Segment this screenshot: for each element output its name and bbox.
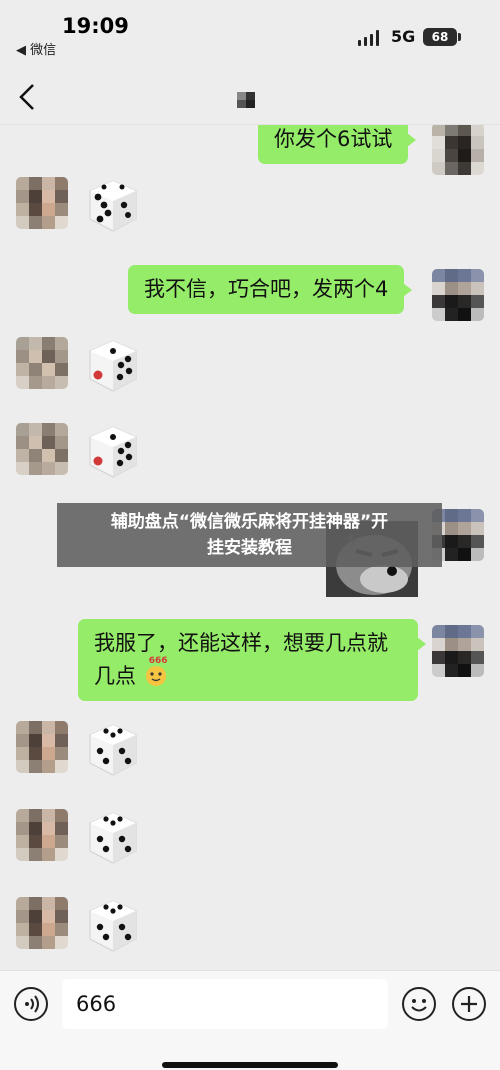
friend-avatar[interactable]: [16, 423, 68, 475]
dice-icon[interactable]: [84, 337, 142, 395]
promo-overlay-banner: 辅助盘点“微信微乐麻将开挂神器”开 挂安装教程: [57, 503, 442, 567]
battery-icon: 68: [423, 28, 457, 46]
status-bar: 19:09 ◀ 微信 5G 68: [0, 0, 500, 64]
input-bar: [0, 970, 500, 1070]
chevron-left-icon: [19, 84, 34, 110]
my-avatar[interactable]: [432, 625, 484, 677]
friend-avatar[interactable]: [16, 337, 68, 389]
emoji-666-label: 666: [148, 656, 168, 666]
message-bubble[interactable]: 我服了，还能这样，想要几点就 几点 666: [78, 619, 426, 701]
dice-icon[interactable]: [84, 721, 142, 779]
plus-button[interactable]: [452, 987, 486, 1021]
dice-icon[interactable]: [84, 897, 142, 955]
back-button[interactable]: [16, 82, 38, 112]
message-bubble[interactable]: 我不信，巧合吧，发两个4: [128, 265, 413, 314]
battery-tip: [458, 33, 461, 41]
message-text: 我不信，巧合吧，发两个4: [144, 277, 389, 301]
my-avatar[interactable]: [432, 125, 484, 175]
overlay-line-2: 挂安装教程: [207, 538, 292, 558]
message-text: 你发个6试试: [274, 127, 393, 151]
network-type: 5G: [391, 27, 416, 46]
friend-avatar[interactable]: [16, 809, 68, 861]
home-indicator: [162, 1062, 338, 1068]
my-avatar[interactable]: [432, 269, 484, 321]
666-emoji-icon: 666: [143, 657, 169, 687]
message-text-line-1: 我服了，还能这样，想要几点就: [94, 631, 388, 655]
dice-icon[interactable]: [84, 423, 142, 481]
voice-button[interactable]: [14, 987, 48, 1021]
message-text-line-2: 几点 666: [94, 657, 402, 693]
friend-avatar[interactable]: [16, 177, 68, 229]
message-text-line-2-text: 几点: [94, 664, 136, 688]
message-input[interactable]: [62, 979, 388, 1029]
voice-icon: [25, 995, 39, 1013]
message-bubble[interactable]: 你发个6试试: [258, 125, 417, 164]
friend-avatar[interactable]: [16, 897, 68, 949]
plus-icon: [461, 996, 477, 1012]
emoji-button[interactable]: [402, 987, 436, 1021]
dice-icon[interactable]: [84, 809, 142, 867]
friend-avatar[interactable]: [16, 721, 68, 773]
emoji-icon: [411, 999, 427, 1012]
signal-icon: [358, 30, 382, 46]
dice-icon[interactable]: [84, 177, 142, 235]
chat-title-avatar: [237, 92, 255, 108]
back-to-app-link[interactable]: ◀ 微信: [16, 39, 56, 58]
status-time: 19:09: [62, 14, 129, 38]
chat-area[interactable]: 你发个6试试 我不信，巧合吧，发两个4 辅助盘点“微信微乐麻将开挂神器”开 挂安…: [0, 125, 500, 970]
overlay-line-1: 辅助盘点“微信微乐麻将开挂神器”开: [110, 512, 389, 532]
